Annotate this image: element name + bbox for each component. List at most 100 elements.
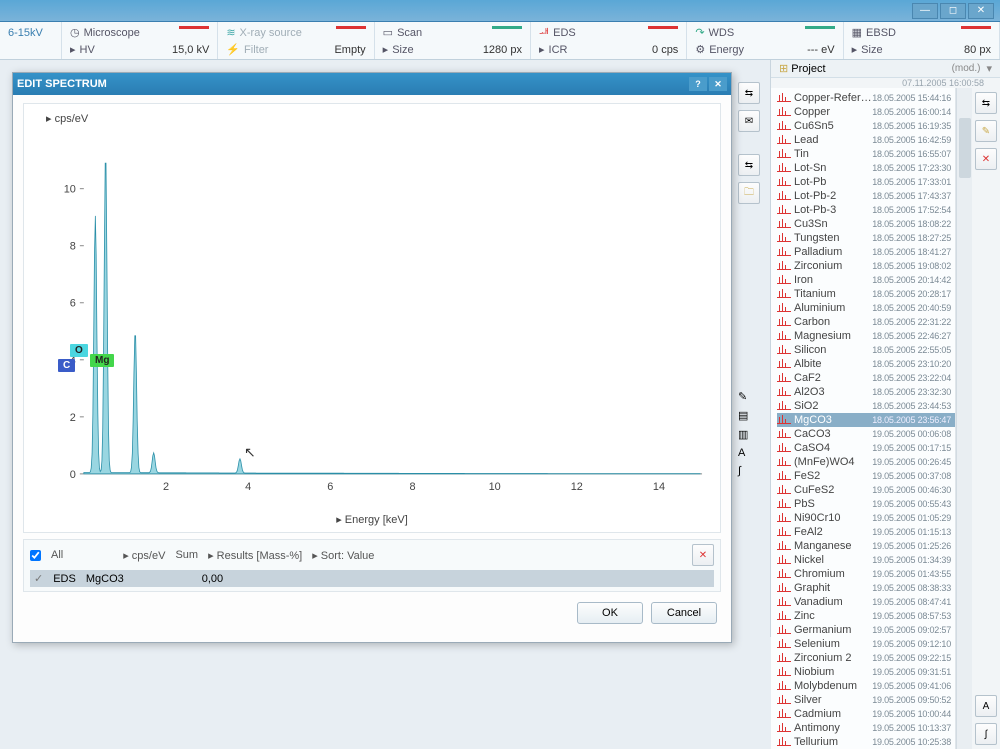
tool-c-icon[interactable]: ▥ <box>738 428 762 441</box>
cancel-button[interactable]: Cancel <box>651 602 717 624</box>
project-tree[interactable]: Copper-Reference18.05.2005 15:44:16Coppe… <box>771 88 956 749</box>
project-item[interactable]: Albite18.05.2005 23:10:20 <box>777 357 955 371</box>
project-item[interactable]: Copper-Reference18.05.2005 15:44:16 <box>777 91 955 105</box>
ribbon-eds[interactable]: ᅫEDS ▸ICR0 cps <box>531 22 687 59</box>
project-header[interactable]: ⊞ Project (mod.) ▾ <box>771 60 1000 78</box>
proj-delete-icon[interactable]: ✕ <box>975 148 997 170</box>
project-item[interactable]: Manganese19.05.2005 01:25:26 <box>777 539 955 553</box>
ribbon-scan[interactable]: ▭Scan ▸Size1280 px <box>375 22 531 59</box>
peak-label-mg[interactable]: Mg <box>90 354 114 367</box>
project-tools: ⇆ ✎ ✕ A ∫ <box>972 88 1000 749</box>
project-item[interactable]: Nickel19.05.2005 01:34:39 <box>777 553 955 567</box>
result-row[interactable]: ✓ EDS MgCO3 0,00 <box>30 570 714 587</box>
project-item[interactable]: Al2O318.05.2005 23:32:30 <box>777 385 955 399</box>
project-item[interactable]: Silicon18.05.2005 22:55:05 <box>777 343 955 357</box>
ribbon-toolbar: 6-15kV ◷Microscope ▸HV15,0 kV ≋X-ray sou… <box>0 22 1000 60</box>
tool-text-a[interactable]: A <box>738 447 762 459</box>
envelope-icon[interactable]: ✉ <box>738 110 760 132</box>
tool-a-icon[interactable]: ✎ <box>738 390 762 403</box>
window-minimize-button[interactable]: — <box>912 3 938 19</box>
project-item[interactable]: CaCO319.05.2005 00:06:08 <box>777 427 955 441</box>
tool-b-icon[interactable]: ▤ <box>738 409 762 422</box>
project-item[interactable]: Cadmium19.05.2005 10:00:44 <box>777 707 955 721</box>
project-item[interactable]: FeS219.05.2005 00:37:08 <box>777 469 955 483</box>
main-work-area: EDIT SPECTRUM ? ✕ ▸ cps/eV ▸ Energy [keV… <box>0 60 770 637</box>
ribbon-ebsd[interactable]: ▦EBSD ▸Size80 px <box>844 22 1000 59</box>
dialog-help-button[interactable]: ? <box>689 77 707 91</box>
project-item[interactable]: Tellurium19.05.2005 10:25:38 <box>777 735 955 749</box>
project-item[interactable]: Titanium18.05.2005 20:28:17 <box>777 287 955 301</box>
ribbon-wds[interactable]: ↷WDS ⚙Energy--- eV <box>687 22 843 59</box>
project-item[interactable]: CaF218.05.2005 23:22:04 <box>777 371 955 385</box>
spectrum-thumb-icon <box>777 163 791 173</box>
tool-integral-icon[interactable]: ∫ <box>738 465 762 477</box>
peak-label-o[interactable]: O <box>70 344 88 357</box>
project-item[interactable]: Carbon18.05.2005 22:31:22 <box>777 315 955 329</box>
project-item[interactable]: Zirconium18.05.2005 19:08:02 <box>777 259 955 273</box>
project-item[interactable]: Iron18.05.2005 20:14:42 <box>777 273 955 287</box>
ribbon-xray[interactable]: ≋X-ray source ⚡FilterEmpty <box>218 22 374 59</box>
dialog-title: EDIT SPECTRUM <box>17 78 107 90</box>
swap2-icon[interactable]: ⇆ <box>738 154 760 176</box>
project-item[interactable]: Zinc19.05.2005 08:57:53 <box>777 609 955 623</box>
spectrum-thumb-icon <box>777 345 791 355</box>
project-item[interactable]: CaSO419.05.2005 00:17:15 <box>777 441 955 455</box>
project-item[interactable]: Niobium19.05.2005 09:31:51 <box>777 665 955 679</box>
dialog-titlebar[interactable]: EDIT SPECTRUM ? ✕ <box>13 73 731 95</box>
svg-text:4: 4 <box>245 481 251 493</box>
peak-label-c[interactable]: C <box>58 359 75 372</box>
spectrum-thumb-icon <box>777 205 791 215</box>
project-item[interactable]: CuFeS219.05.2005 00:46:30 <box>777 483 955 497</box>
project-item[interactable]: Graphit19.05.2005 08:38:33 <box>777 581 955 595</box>
proj-edit-icon[interactable]: ✎ <box>975 120 997 142</box>
window-maximize-button[interactable]: ◻ <box>940 3 966 19</box>
proj-tool-a[interactable]: A <box>975 695 997 717</box>
spectrum-thumb-icon <box>777 373 791 383</box>
scrollbar[interactable] <box>956 88 972 749</box>
spectrum-thumb-icon <box>777 121 791 131</box>
proj-tool-b[interactable]: ∫ <box>975 723 997 745</box>
project-item[interactable]: Tungsten18.05.2005 18:27:25 <box>777 231 955 245</box>
scan-icon: ▭ <box>383 26 393 39</box>
project-item[interactable]: Aluminium18.05.2005 20:40:59 <box>777 301 955 315</box>
gear-icon: ⚙ <box>695 43 705 56</box>
project-item[interactable]: Zirconium 219.05.2005 09:22:15 <box>777 651 955 665</box>
project-item[interactable]: Copper18.05.2005 16:00:14 <box>777 105 955 119</box>
project-item[interactable]: Lot-Pb-218.05.2005 17:43:37 <box>777 189 955 203</box>
delete-row-button[interactable]: ✕ <box>692 544 714 566</box>
project-item[interactable]: Tin18.05.2005 16:55:07 <box>777 147 955 161</box>
folder-icon[interactable]: 🗀 <box>738 182 760 204</box>
project-item[interactable]: Lead18.05.2005 16:42:59 <box>777 133 955 147</box>
project-item[interactable]: Molybdenum19.05.2005 09:41:06 <box>777 679 955 693</box>
project-item[interactable]: Palladium18.05.2005 18:41:27 <box>777 245 955 259</box>
project-item[interactable]: Chromium19.05.2005 01:43:55 <box>777 567 955 581</box>
project-item[interactable]: Ni90Cr1019.05.2005 01:05:29 <box>777 511 955 525</box>
project-item[interactable]: MgCO318.05.2005 23:56:47 <box>777 413 955 427</box>
scrollbar-thumb[interactable] <box>959 118 971 178</box>
all-checkbox[interactable] <box>30 550 41 561</box>
proj-swap-icon[interactable]: ⇆ <box>975 92 997 114</box>
project-item[interactable]: PbS19.05.2005 00:55:43 <box>777 497 955 511</box>
project-item[interactable]: Lot-Pb18.05.2005 17:33:01 <box>777 175 955 189</box>
project-item[interactable]: Lot-Sn18.05.2005 17:23:30 <box>777 161 955 175</box>
project-item[interactable]: SiO218.05.2005 23:44:53 <box>777 399 955 413</box>
project-item[interactable]: Selenium19.05.2005 09:12:10 <box>777 637 955 651</box>
spectrum-chart[interactable]: ▸ cps/eV ▸ Energy [keV] 0246810246810121… <box>23 103 721 533</box>
project-item[interactable]: Lot-Pb-318.05.2005 17:52:54 <box>777 203 955 217</box>
project-item[interactable]: FeAl219.05.2005 01:15:13 <box>777 525 955 539</box>
project-item[interactable]: (MnFe)WO419.05.2005 00:26:45 <box>777 455 955 469</box>
project-item[interactable]: Cu3Sn18.05.2005 18:08:22 <box>777 217 955 231</box>
swap-icon[interactable]: ⇆ <box>738 82 760 104</box>
dialog-close-button[interactable]: ✕ <box>709 77 727 91</box>
ribbon-microscope[interactable]: ◷Microscope ▸HV15,0 kV <box>62 22 218 59</box>
project-item[interactable]: Cu6Sn518.05.2005 16:19:35 <box>777 119 955 133</box>
project-item[interactable]: Magnesium18.05.2005 22:46:27 <box>777 329 955 343</box>
window-close-button[interactable]: ✕ <box>968 3 994 19</box>
project-item[interactable]: Vanadium19.05.2005 08:47:41 <box>777 595 955 609</box>
spectrum-thumb-icon <box>777 359 791 369</box>
ribbon-hv-range[interactable]: 6-15kV <box>0 22 62 59</box>
project-item[interactable]: Germanium19.05.2005 09:02:57 <box>777 623 955 637</box>
project-item[interactable]: Silver19.05.2005 09:50:52 <box>777 693 955 707</box>
project-item[interactable]: Antimony19.05.2005 10:13:37 <box>777 721 955 735</box>
ok-button[interactable]: OK <box>577 602 643 624</box>
